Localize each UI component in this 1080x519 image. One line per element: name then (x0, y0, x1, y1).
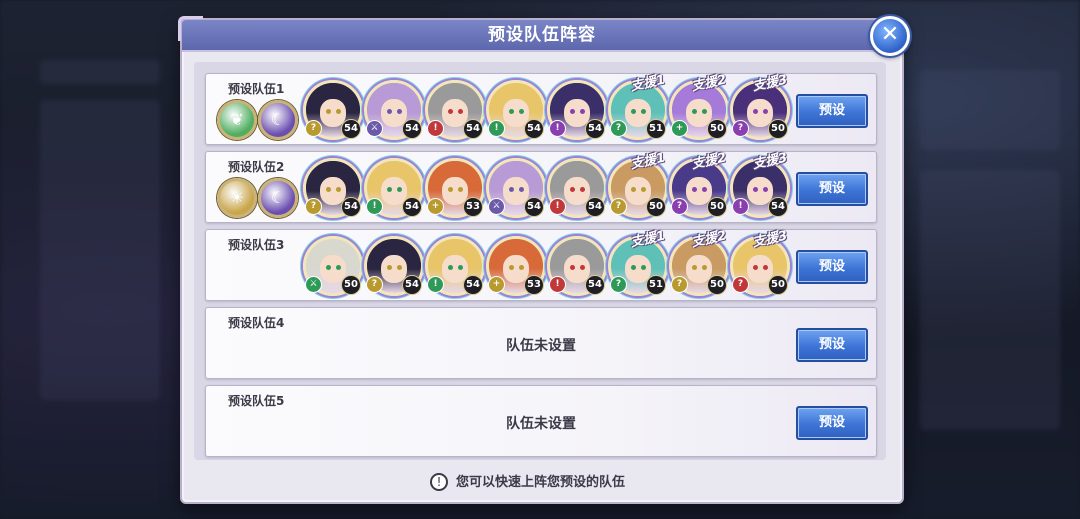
preset-button-3[interactable]: 预设 (796, 250, 868, 284)
footer-tip-text: 您可以快速上阵您预设的队伍 (456, 475, 626, 490)
level-badge: 51 (646, 275, 666, 295)
job-class-icon: ? (732, 276, 749, 293)
level-badge: 54 (463, 275, 483, 295)
level-badge: 50 (341, 275, 361, 295)
job-class-icon: ? (366, 276, 383, 293)
level-badge: 53 (463, 197, 483, 217)
preset-button-1[interactable]: 预设 (796, 94, 868, 128)
team-row-3: 预设队伍3 ⚔ 50? 54! 54 +53! 54? 51 支援1? 50 支援2? 50 支援3 预设 (205, 228, 877, 301)
job-class-icon: ! (549, 120, 566, 137)
level-badge: 50 (768, 275, 788, 295)
team-label: 预设队伍5 (228, 394, 285, 408)
level-badge: 50 (707, 119, 727, 139)
level-badge: 54 (768, 197, 788, 217)
team-label: 预设队伍3 (228, 238, 285, 252)
team-empty-text: 队伍未设置 (506, 338, 576, 354)
level-badge: 50 (768, 119, 788, 139)
green-leaf-emblem-icon: ❦ (217, 100, 257, 140)
team-row-2: 预设队伍2 ☀ ☾? 54! 54 +53 ⚔ 54! 54? 50 支援1? 50 支援2! 54 支援3… (205, 150, 877, 223)
level-badge: 50 (646, 197, 666, 217)
job-class-icon: ⚔ (488, 198, 505, 215)
job-class-icon: + (488, 276, 505, 293)
level-badge: 54 (524, 119, 544, 139)
close-icon: ✕ (880, 22, 900, 47)
dialog-title: 预设队伍阵容 (182, 20, 902, 52)
level-badge: 54 (585, 275, 605, 295)
purple-moon-emblem-icon: ☾ (258, 100, 298, 140)
level-badge: 51 (646, 119, 666, 139)
job-class-icon: ? (305, 198, 322, 215)
preset-button-5[interactable]: 预设 (796, 406, 868, 440)
job-class-icon: ! (549, 276, 566, 293)
level-badge: 54 (402, 119, 422, 139)
purple-moon-emblem-icon: ☾ (258, 178, 298, 218)
level-badge: 53 (524, 275, 544, 295)
level-badge: 54 (402, 275, 422, 295)
job-class-icon: ⚔ (305, 276, 322, 293)
team-label: 预设队伍2 (228, 160, 285, 174)
level-badge: 54 (341, 119, 361, 139)
job-class-icon: ! (427, 120, 444, 137)
level-badge: 54 (585, 197, 605, 217)
job-class-icon: + (671, 120, 688, 137)
team-row-5: 预设队伍5 队伍未设置 预设 (205, 385, 877, 457)
level-badge: 54 (585, 119, 605, 139)
job-class-icon: ! (732, 198, 749, 215)
job-class-icon: ? (732, 120, 749, 137)
team-row-4: 预设队伍4 队伍未设置 预设 (205, 307, 877, 379)
job-class-icon: ? (610, 120, 627, 137)
gold-sun-emblem-icon: ☀ (217, 178, 257, 218)
preset-button-4[interactable]: 预设 (796, 328, 868, 362)
team-row-1: 预设队伍1 ❦ ☾? 54 ⚔ 54! 54! 54! 54? 51 支援1 +50 支援2? 50 支援3… (205, 72, 877, 145)
job-class-icon: ? (671, 198, 688, 215)
team-label: 预设队伍1 (228, 82, 285, 96)
level-badge: 50 (707, 197, 727, 217)
job-class-icon: ? (305, 120, 322, 137)
job-class-icon: ⚔ (366, 120, 383, 137)
team-empty-text: 队伍未设置 (506, 416, 576, 432)
level-badge: 54 (341, 197, 361, 217)
job-class-icon: ! (366, 198, 383, 215)
job-class-icon: ! (488, 120, 505, 137)
close-button[interactable]: ✕ (870, 16, 910, 56)
level-badge: 50 (707, 275, 727, 295)
job-class-icon: ! (549, 198, 566, 215)
job-class-icon: ! (427, 276, 444, 293)
exclamation-icon: ! (430, 473, 448, 491)
job-class-icon: ? (610, 276, 627, 293)
level-badge: 54 (463, 119, 483, 139)
job-class-icon: ? (610, 198, 627, 215)
team-label: 预设队伍4 (228, 316, 285, 330)
preset-button-2[interactable]: 预设 (796, 172, 868, 206)
level-badge: 54 (524, 197, 544, 217)
level-badge: 54 (402, 197, 422, 217)
job-class-icon: ? (671, 276, 688, 293)
job-class-icon: + (427, 198, 444, 215)
